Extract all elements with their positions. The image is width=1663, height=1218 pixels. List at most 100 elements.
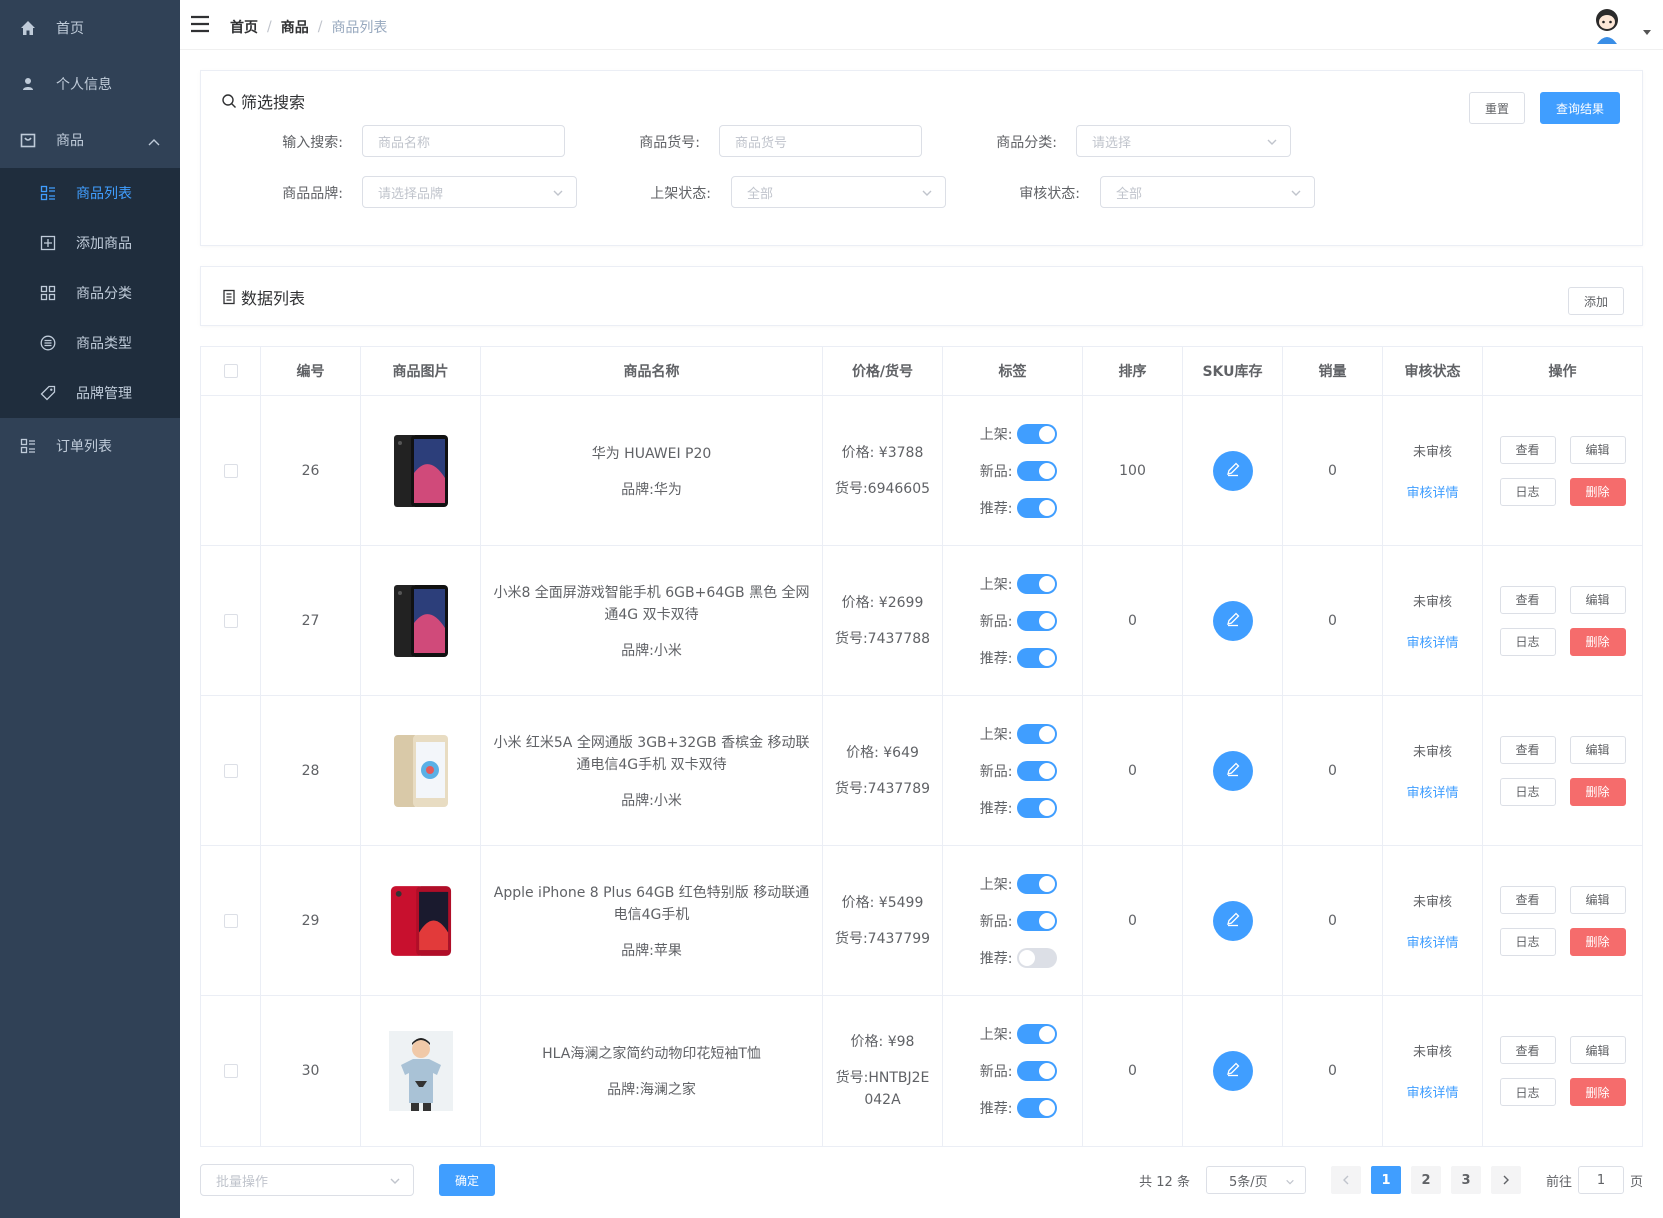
page-size-select[interactable]: 5条/页	[1205, 1166, 1306, 1194]
select-all-checkbox[interactable]	[223, 364, 238, 378]
edit-button[interactable]: 编辑	[1569, 735, 1626, 764]
sn-input[interactable]: 商品货号	[719, 125, 922, 157]
view-button[interactable]: 查看	[1499, 735, 1556, 764]
edit-button[interactable]: 编辑	[1569, 885, 1626, 914]
search-input[interactable]: 商品名称	[362, 125, 565, 157]
sku-cell	[1183, 546, 1283, 695]
recommend-switch[interactable]	[1016, 947, 1057, 968]
sidebar-item-home[interactable]: 首页	[0, 0, 180, 56]
edit-button[interactable]: 编辑	[1569, 585, 1626, 614]
edit-sku-button[interactable]	[1212, 900, 1253, 941]
log-button[interactable]: 日志	[1499, 477, 1556, 506]
edit-button[interactable]: 编辑	[1569, 1036, 1626, 1064]
sidebar-item-orders[interactable]: 订单列表	[0, 418, 180, 474]
delete-button[interactable]: 删除	[1569, 1078, 1626, 1106]
audit-detail-link[interactable]: 审核详情	[1406, 482, 1458, 501]
category-select[interactable]: 请选择	[1076, 125, 1291, 157]
category-label: 商品分类:	[996, 135, 1057, 151]
publish-switch[interactable]	[1016, 723, 1057, 744]
audit-detail-link[interactable]: 审核详情	[1406, 632, 1458, 651]
new-switch[interactable]	[1016, 910, 1057, 931]
log-button[interactable]: 日志	[1499, 627, 1556, 656]
sidebar-item-add-goods[interactable]: 添加商品	[0, 218, 180, 268]
audit-status: 未审核	[1412, 444, 1452, 460]
verify-status-select[interactable]: 全部	[1100, 176, 1315, 208]
publish-switch[interactable]	[1016, 423, 1057, 444]
new-switch[interactable]	[1016, 610, 1057, 631]
tags-cell: 上架: 新品: 推荐:	[943, 696, 1083, 845]
sidebar-item-goods[interactable]: 商品	[0, 112, 180, 168]
page-2[interactable]: 2	[1410, 1166, 1441, 1194]
row-checkbox[interactable]	[223, 763, 238, 778]
publish-status-select[interactable]: 全部	[731, 176, 946, 208]
hamburger-icon[interactable]	[190, 14, 210, 34]
delete-button[interactable]: 删除	[1569, 627, 1626, 656]
product-name: 小米8 全面屏游戏智能手机 6GB+64GB 黑色 全网通4G 双卡双待	[493, 584, 810, 623]
sales-cell: 0	[1283, 696, 1383, 845]
reset-button[interactable]: 重置	[1469, 92, 1525, 124]
publish-switch[interactable]	[1016, 573, 1057, 594]
publish-switch[interactable]	[1016, 1024, 1057, 1044]
chevron-down-icon	[921, 187, 933, 203]
sidebar-item-goods-type[interactable]: 商品类型	[0, 318, 180, 368]
sidebar-item-goods-list[interactable]: 商品列表	[0, 168, 180, 218]
row-checkbox[interactable]	[223, 913, 238, 928]
edit-sku-button[interactable]	[1212, 450, 1253, 491]
row-checkbox[interactable]	[223, 463, 238, 478]
sidebar-item-profile[interactable]: 个人信息	[0, 56, 180, 112]
goto-page-input[interactable]: 1	[1577, 1166, 1624, 1194]
product-image	[389, 881, 453, 961]
query-button[interactable]: 查询结果	[1540, 92, 1620, 124]
new-switch[interactable]	[1016, 1061, 1057, 1081]
brand-prefix: 品牌:	[621, 642, 654, 659]
recommend-switch[interactable]	[1016, 797, 1057, 818]
view-button[interactable]: 查看	[1499, 585, 1556, 614]
id-cell: 30	[261, 996, 361, 1146]
delete-button[interactable]: 删除	[1569, 777, 1626, 806]
price-cell: 价格: ¥3788 货号:6946605	[823, 396, 943, 545]
new-switch[interactable]	[1016, 460, 1057, 481]
delete-button[interactable]: 删除	[1569, 477, 1626, 506]
brand-select[interactable]: 请选择品牌	[362, 176, 577, 208]
top-navbar: 首页 / 商品 / 商品列表	[180, 0, 1663, 50]
page-3[interactable]: 3	[1450, 1166, 1481, 1194]
new-switch[interactable]	[1016, 760, 1057, 781]
recommend-switch[interactable]	[1016, 1098, 1057, 1118]
publish-switch[interactable]	[1016, 873, 1057, 894]
log-button[interactable]: 日志	[1499, 927, 1556, 956]
audit-detail-link[interactable]: 审核详情	[1406, 1082, 1458, 1101]
recommend-switch[interactable]	[1016, 497, 1057, 518]
sidebar-item-label: 商品类型	[76, 336, 132, 352]
edit-button[interactable]: 编辑	[1569, 435, 1626, 464]
audit-detail-link[interactable]: 审核详情	[1406, 932, 1458, 951]
log-button[interactable]: 日志	[1499, 777, 1556, 806]
tag-row-recommend: 推荐:	[969, 789, 1057, 826]
log-button[interactable]: 日志	[1499, 1078, 1556, 1106]
batch-operation-select[interactable]: 批量操作	[200, 1164, 414, 1196]
prev-page-button[interactable]	[1330, 1166, 1361, 1194]
view-button[interactable]: 查看	[1499, 1036, 1556, 1064]
breadcrumb-goods[interactable]: 商品	[281, 17, 309, 37]
audit-detail-link[interactable]: 审核详情	[1406, 782, 1458, 801]
edit-sku-button[interactable]	[1212, 600, 1253, 641]
next-page-button[interactable]	[1490, 1166, 1521, 1194]
delete-button[interactable]: 删除	[1569, 927, 1626, 956]
caret-down-icon[interactable]	[1643, 30, 1651, 35]
edit-sku-button[interactable]	[1212, 750, 1253, 791]
view-button[interactable]: 查看	[1499, 435, 1556, 464]
avatar[interactable]	[1587, 4, 1627, 44]
sidebar-item-goods-category[interactable]: 商品分类	[0, 268, 180, 318]
tag-icon	[40, 385, 56, 401]
recommend-switch[interactable]	[1016, 647, 1057, 668]
confirm-button[interactable]: 确定	[439, 1164, 495, 1196]
page-1[interactable]: 1	[1370, 1166, 1401, 1194]
header-name: 商品名称	[481, 347, 823, 395]
edit-sku-button[interactable]	[1212, 1051, 1253, 1091]
sidebar-item-brand[interactable]: 品牌管理	[0, 368, 180, 418]
document-icon	[223, 289, 235, 305]
view-button[interactable]: 查看	[1499, 885, 1556, 914]
breadcrumb-home[interactable]: 首页	[230, 17, 258, 37]
add-button[interactable]: 添加	[1568, 287, 1624, 315]
row-checkbox[interactable]	[223, 1064, 238, 1078]
row-checkbox[interactable]	[223, 613, 238, 628]
